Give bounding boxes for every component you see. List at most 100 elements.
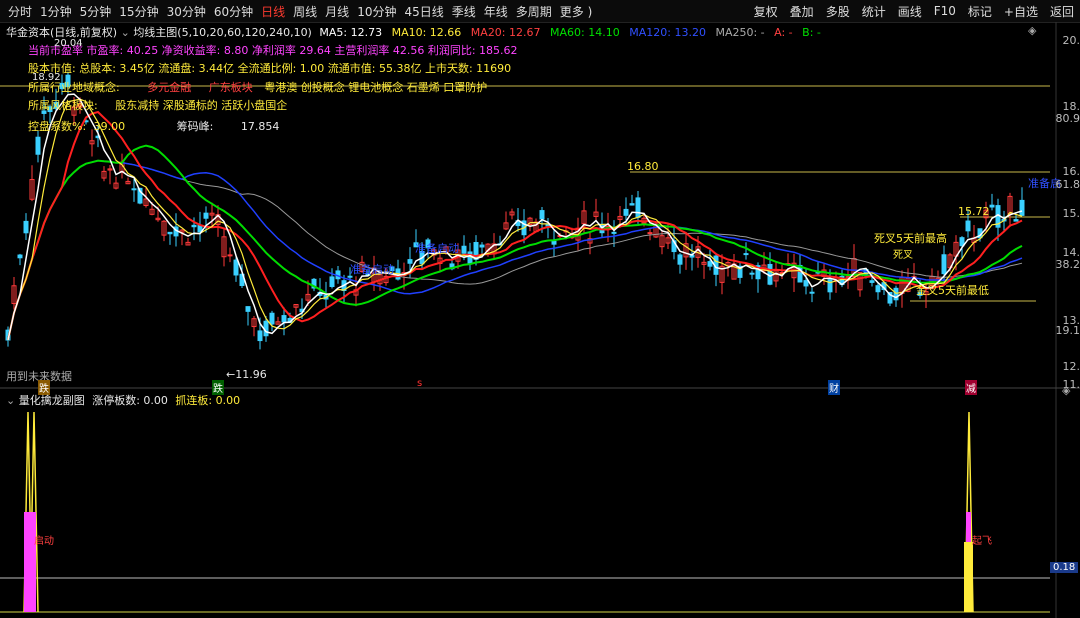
style-line: 所属风格板块: 股东减持 深股通标的 活跃小盘国企 xyxy=(28,97,287,113)
candle-body xyxy=(269,312,275,325)
price-label-2: 18.92 xyxy=(32,72,61,83)
start-annotation-2: 准备启动 xyxy=(415,242,459,255)
candle-body xyxy=(191,224,197,228)
indicator-name[interactable]: 均线主图(5,10,20,60,120,240,10) xyxy=(133,26,312,39)
sub-tag-right: 起飞 xyxy=(972,536,992,547)
candle-body xyxy=(167,231,173,235)
sub-settings-icon[interactable]: ◈ xyxy=(1062,384,1070,397)
candle-body xyxy=(407,259,413,264)
candle-body xyxy=(233,259,239,276)
period-tab-10[interactable]: 45日线 xyxy=(400,3,447,20)
ma20-line xyxy=(7,110,1023,341)
period-tab-13[interactable]: 多周期 xyxy=(512,3,556,20)
price-high-label: 20.04 xyxy=(54,38,83,49)
tool-button-2[interactable]: 多股 xyxy=(820,3,856,20)
tool-button-1[interactable]: 叠加 xyxy=(784,3,820,20)
legend-line: 华金资本(日线,前复权) ⌄ 均线主图(5,10,20,60,120,240,1… xyxy=(6,24,821,40)
candle-body xyxy=(257,330,263,342)
industry-line: 所属行业地域概念: 多元金融 广东板块 粤港澳 创投概念 锂电池概念 石墨烯 口… xyxy=(28,79,487,95)
control-label: 控盘系数%: xyxy=(28,120,87,133)
chip-label: 筹码峰: xyxy=(176,120,214,133)
period-tab-6[interactable]: 日线 xyxy=(257,3,289,20)
period-tab-7[interactable]: 周线 xyxy=(289,3,321,20)
candle-body xyxy=(35,136,41,155)
period-tab-14[interactable]: 更多 ) xyxy=(556,3,597,20)
candle-body xyxy=(467,251,473,265)
price-1572: 15.72 xyxy=(958,205,990,218)
candle-body xyxy=(707,261,713,267)
y-axis-label: 16. xyxy=(1062,165,1080,178)
period-tab-0[interactable]: 分时 xyxy=(4,3,36,20)
tool-button-3[interactable]: 统计 xyxy=(856,3,892,20)
dead-cross-annotation-2: 死叉 xyxy=(893,250,913,261)
chevron-down-icon[interactable]: ⌄ xyxy=(121,26,130,39)
chart-area: 华金资本(日线,前复权) ⌄ 均线主图(5,10,20,60,120,240,1… xyxy=(0,22,1080,618)
chevron-down-icon[interactable]: ⌄ xyxy=(6,394,15,407)
candle-body xyxy=(611,231,617,234)
ma120-value: MA120: 13.20 xyxy=(629,26,706,39)
main-settings-icon[interactable]: ◈ xyxy=(1028,24,1036,37)
candle-body xyxy=(1019,199,1025,216)
candle-body xyxy=(869,280,875,283)
tool-menu: 复权 叠加 多股 统计 画线 F10 标记 +自选 返回 xyxy=(748,0,1080,22)
candle-body xyxy=(743,253,749,256)
candle-body xyxy=(677,254,683,265)
tool-button-6[interactable]: 标记 xyxy=(962,3,998,20)
ma20-value: MA20: 12.67 xyxy=(470,26,541,39)
sub-bar-right xyxy=(964,542,973,612)
control-value: 39.00 xyxy=(93,120,126,133)
period-tabs: 分时 1分钟 5分钟 15分钟 30分钟 60分钟 日线 周线 月线 10分钟 45日线 季线 年线 多周… xyxy=(4,3,596,20)
sub-bar-right-top xyxy=(966,512,971,542)
price-low: ←11.96 xyxy=(226,368,267,381)
top-toolbar: 分时 1分钟 5分钟 15分钟 30分钟 60分钟 日线 周线 月线 10分钟 45日线 季线 年线 多周… xyxy=(0,0,1080,23)
tool-button-5[interactable]: F10 xyxy=(928,4,962,18)
ma10-value: MA10: 12.66 xyxy=(391,26,462,39)
tool-button-0[interactable]: 复权 xyxy=(748,3,784,20)
period-tab-3[interactable]: 15分钟 xyxy=(115,3,162,20)
b-value: B: - xyxy=(802,26,821,39)
candle-body xyxy=(647,232,653,235)
tool-button-7[interactable]: +自选 xyxy=(998,3,1044,20)
period-tab-2[interactable]: 5分钟 xyxy=(76,3,116,20)
tool-button-8[interactable]: 返回 xyxy=(1044,3,1080,20)
industry-b: 广东板块 xyxy=(208,81,253,94)
tag-marker-5: s xyxy=(417,378,423,389)
sub-bar-left xyxy=(24,512,36,612)
y-axis-label: 12. xyxy=(1062,360,1080,373)
candle-body xyxy=(749,272,755,275)
period-tab-9[interactable]: 10分钟 xyxy=(353,3,400,20)
a-value: A: - xyxy=(774,26,793,39)
period-tab-4[interactable]: 30分钟 xyxy=(163,3,210,20)
candle-body xyxy=(989,204,995,208)
candle-body xyxy=(461,245,467,254)
y-axis-label: 19.1 xyxy=(1055,324,1080,337)
period-tab-8[interactable]: 月线 xyxy=(321,3,353,20)
period-tab-5[interactable]: 60分钟 xyxy=(210,3,257,20)
period-tab-11[interactable]: 季线 xyxy=(448,3,480,20)
period-tab-1[interactable]: 1分钟 xyxy=(36,3,76,20)
candle-body xyxy=(131,188,137,191)
style-label: 所属风格板块: xyxy=(28,99,98,112)
y-axis-label: 61.8 xyxy=(1055,178,1080,191)
start-annotation-1: 准备启动 xyxy=(350,263,394,276)
candle-body xyxy=(539,210,545,220)
industry-a: 多元金融 xyxy=(147,81,192,94)
industry-rest: 粤港澳 创投概念 锂电池概念 石墨烯 口罩防护 xyxy=(264,81,488,94)
consecutive-count: 抓连板: 0.00 xyxy=(175,394,241,407)
share-line: 股本市值: 总股本: 3.45亿 流通盘: 3.44亿 全流通比例: 1.00 … xyxy=(28,62,512,75)
candle-body xyxy=(263,320,269,337)
tool-button-4[interactable]: 画线 xyxy=(892,3,928,20)
ma5-value: MA5: 12.73 xyxy=(319,26,383,39)
ma250-value: MA250: - xyxy=(715,26,765,39)
candle-body xyxy=(329,276,335,287)
candle-body xyxy=(629,203,635,206)
candle-body xyxy=(965,220,971,232)
control-line: 控盘系数%: 39.00 筹码峰: 17.854 xyxy=(28,118,279,134)
period-tab-12[interactable]: 年线 xyxy=(480,3,512,20)
candle-body xyxy=(875,285,881,293)
sub-title[interactable]: 量化擒龙副图 xyxy=(19,394,85,407)
candle-body xyxy=(1013,219,1019,222)
candle-body xyxy=(635,197,641,218)
sub-tag-left: 启动 xyxy=(34,536,54,547)
candle-body xyxy=(227,254,233,257)
